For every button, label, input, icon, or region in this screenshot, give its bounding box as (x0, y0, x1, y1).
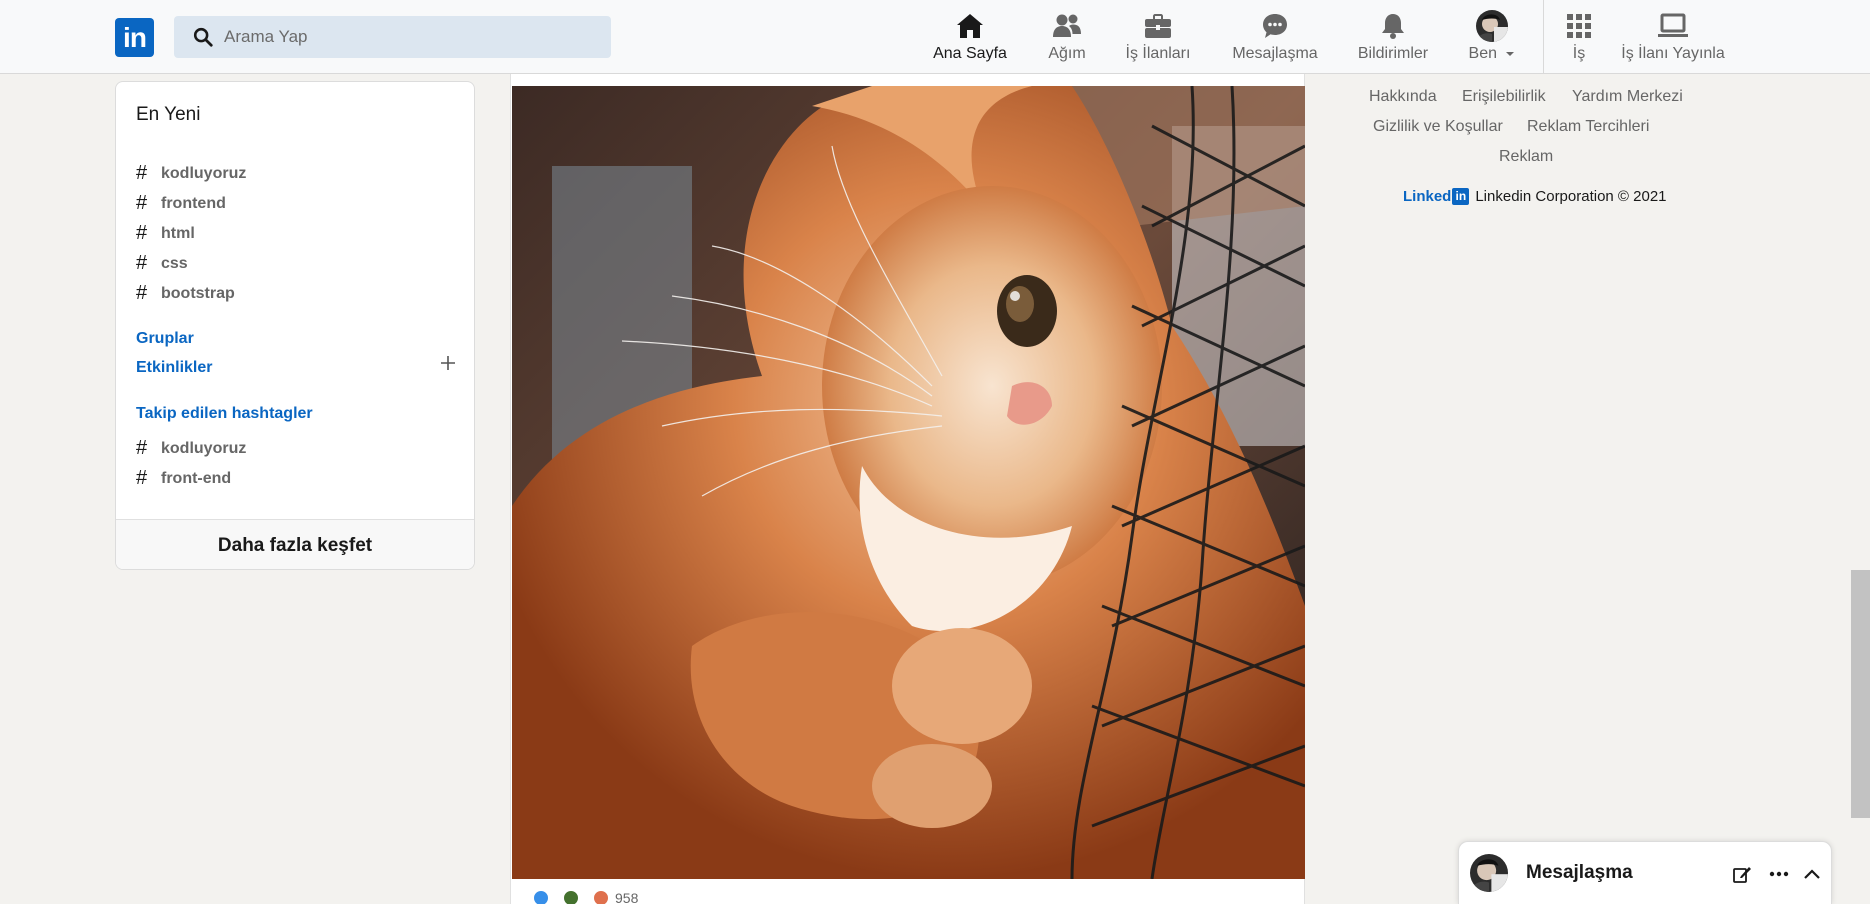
left-sidebar-card: En Yeni # kodluyoruz # frontend # html #… (115, 81, 475, 570)
hashtag-icon: # (136, 467, 148, 489)
search-input[interactable] (224, 27, 584, 47)
compose-message-icon[interactable] (1730, 862, 1754, 886)
nav-jobs[interactable]: İş İlanları (1124, 0, 1192, 74)
footer-link-ads[interactable]: Reklam (1499, 148, 1553, 166)
like-reaction-icon (533, 890, 549, 904)
hashtag-icon: # (136, 222, 148, 244)
nav-work[interactable]: İş (1564, 0, 1594, 74)
followed-tag-label: kodluyoruz (161, 439, 247, 457)
recent-tag-label: kodluyoruz (161, 164, 247, 182)
post-reactions[interactable]: 958 (533, 890, 638, 904)
recent-tag-label: frontend (161, 194, 226, 212)
search-box[interactable] (174, 16, 611, 58)
recent-title: En Yeni (136, 104, 201, 125)
recent-tag-item[interactable]: # html (136, 222, 195, 245)
avatar (1476, 10, 1508, 42)
page-scrollbar[interactable] (1851, 570, 1870, 818)
followed-tag-item[interactable]: # kodluyoruz (136, 437, 246, 460)
nav-notifications-label: Bildirimler (1357, 45, 1429, 62)
chevron-up-icon[interactable] (1800, 862, 1824, 886)
feed-post-card: 958 (510, 74, 1305, 904)
messaging-title: Mesajlaşma (1526, 862, 1633, 883)
footer-link-accessibility[interactable]: Erişilebilirlik (1462, 88, 1546, 106)
groups-link[interactable]: Gruplar (136, 330, 194, 348)
discover-more-button[interactable]: Daha fazla keşfet (116, 519, 474, 569)
recent-tag-label: bootstrap (161, 284, 235, 302)
footer-link-privacy[interactable]: Gizlilik ve Koşullar (1373, 118, 1503, 136)
hashtag-icon: # (136, 192, 148, 214)
home-icon (957, 14, 983, 38)
followed-hashtags-title[interactable]: Takip edilen hashtagler (136, 405, 313, 423)
caret-down-icon (1506, 51, 1515, 56)
messaging-dock[interactable]: Mesajlaşma (1458, 841, 1832, 904)
post-image[interactable] (512, 86, 1305, 879)
copyright-text: Linkedin Corporation © 2021 (1475, 188, 1667, 205)
nav-divider (1543, 0, 1544, 74)
people-icon (1053, 14, 1081, 37)
footer-link-about[interactable]: Hakkında (1369, 88, 1437, 106)
nav-work-label: İş (1572, 45, 1586, 62)
nav-jobs-label: İş İlanları (1125, 45, 1191, 62)
footer-brand-line: Linked in Linkedin Corporation © 2021 (1403, 188, 1667, 205)
nav-me[interactable]: Ben (1466, 0, 1518, 74)
hashtag-icon: # (136, 437, 148, 459)
hashtag-icon: # (136, 282, 148, 304)
celebrate-reaction-icon (563, 890, 579, 904)
hashtag-icon: # (136, 162, 148, 184)
chat-icon (1263, 14, 1287, 38)
top-nav-bar: in Ana Sayfa Ağım (0, 0, 1870, 74)
footer-link-ad-preferences[interactable]: Reklam Tercihleri (1527, 118, 1649, 136)
recent-tag-item[interactable]: # kodluyoruz (136, 162, 246, 185)
events-link[interactable]: Etkinlikler (136, 359, 212, 377)
more-options-icon[interactable] (1767, 862, 1791, 886)
nav-home[interactable]: Ana Sayfa (931, 0, 1009, 74)
cat-photo (512, 86, 1305, 879)
nav-network-label: Ağım (1048, 45, 1086, 62)
briefcase-icon (1145, 14, 1171, 38)
nav-messaging-label: Mesajlaşma (1232, 45, 1318, 62)
nav-post-job-label: İş İlanı Yayınla (1621, 45, 1725, 62)
linkedin-wordmark: Linked in (1403, 188, 1470, 205)
laptop-icon (1658, 13, 1688, 37)
nav-network[interactable]: Ağım (1044, 0, 1090, 74)
recent-tag-label: html (161, 224, 195, 242)
followed-tag-label: front-end (161, 469, 232, 487)
linkedin-logo[interactable]: in (115, 18, 154, 57)
recent-tag-item[interactable]: # bootstrap (136, 282, 235, 305)
reaction-count: 958 (615, 890, 639, 904)
nav-me-label: Ben (1469, 45, 1516, 63)
nav-home-label: Ana Sayfa (933, 45, 1007, 62)
love-reaction-icon (593, 890, 609, 904)
recent-tag-item[interactable]: # frontend (136, 192, 226, 215)
nav-notifications[interactable]: Bildirimler (1356, 0, 1430, 74)
search-icon (193, 27, 213, 47)
hashtag-icon: # (136, 252, 148, 274)
messaging-avatar (1470, 854, 1508, 892)
bell-icon (1382, 14, 1404, 39)
followed-tag-item[interactable]: # front-end (136, 467, 231, 490)
footer-link-help-center[interactable]: Yardım Merkezi (1572, 88, 1683, 106)
recent-tag-item[interactable]: # css (136, 252, 188, 275)
nav-messaging[interactable]: Mesajlaşma (1231, 0, 1319, 74)
recent-tag-label: css (161, 254, 188, 272)
add-event-icon[interactable] (436, 350, 460, 374)
nav-post-job[interactable]: İş İlanı Yayınla (1619, 0, 1727, 74)
grid-icon (1567, 14, 1591, 38)
